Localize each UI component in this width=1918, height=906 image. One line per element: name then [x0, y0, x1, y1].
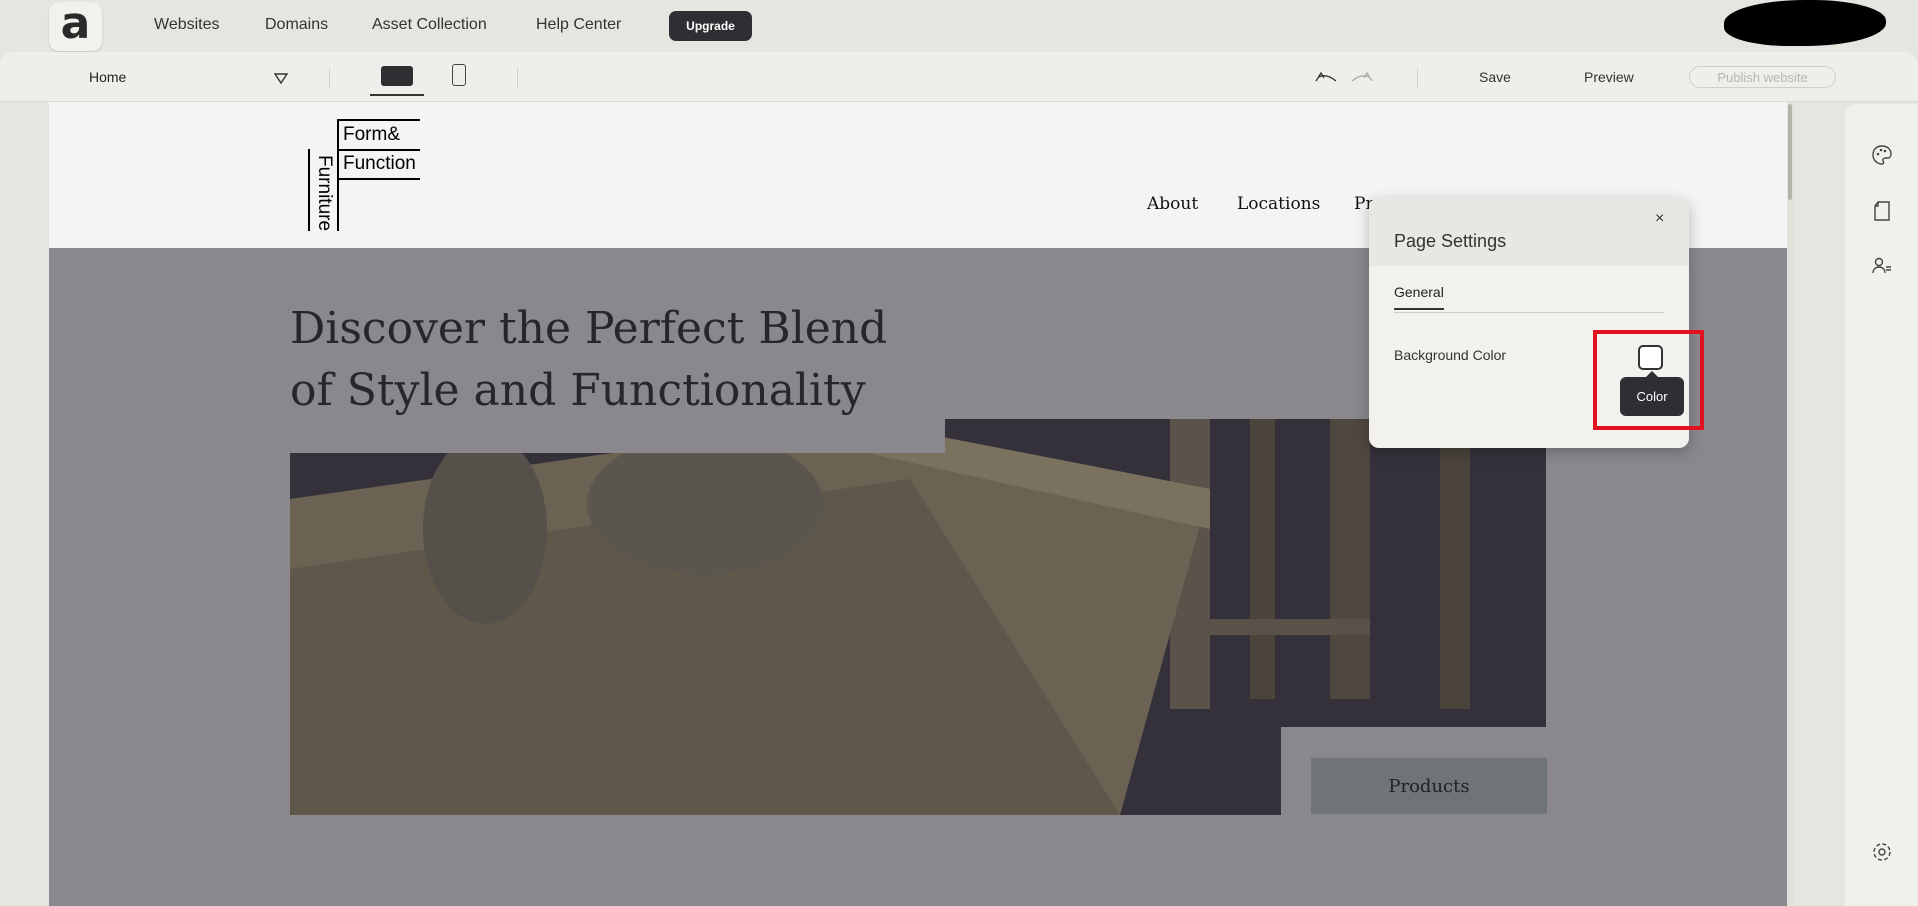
desktop-icon	[381, 66, 413, 86]
background-color-label: Background Color	[1394, 347, 1507, 363]
products-button[interactable]: Products	[1311, 758, 1547, 814]
divider	[1417, 68, 1418, 88]
top-nav: a Websites Domains Asset Collection Help…	[0, 0, 1918, 52]
nav-asset-collection[interactable]: Asset Collection	[372, 16, 487, 34]
page-select[interactable]: Home	[89, 69, 126, 85]
nav-domains[interactable]: Domains	[265, 16, 328, 34]
app-logo-letter: a	[60, 0, 91, 49]
redo-icon[interactable]	[1350, 69, 1374, 85]
upgrade-button[interactable]: Upgrade	[669, 11, 752, 41]
hero-text-panel: Discover the Perfect Blend of Style and …	[49, 248, 945, 453]
app-logo[interactable]: a	[49, 0, 102, 51]
brand-vertical: Furniture	[314, 155, 335, 232]
desktop-view-button[interactable]	[370, 58, 424, 96]
canvas-scrollbar[interactable]	[1787, 102, 1793, 906]
site-nav-about[interactable]: About	[1147, 194, 1198, 214]
divider	[329, 68, 330, 88]
palette-icon[interactable]	[1870, 143, 1894, 167]
tab-divider	[1394, 312, 1664, 313]
nav-help-center[interactable]: Help Center	[536, 16, 621, 34]
editor-toolbar: Home Save Preview Publish website	[0, 52, 1918, 102]
undo-icon[interactable]	[1314, 69, 1338, 85]
brand-line-2: Function	[343, 153, 416, 174]
divider	[517, 68, 518, 88]
publish-website-button[interactable]: Publish website	[1689, 66, 1836, 88]
mobile-view-icon[interactable]	[452, 64, 466, 86]
page-icon[interactable]	[1870, 199, 1894, 223]
save-button[interactable]: Save	[1479, 69, 1511, 85]
right-sidebar	[1845, 104, 1918, 906]
site-nav-locations[interactable]: Locations	[1237, 194, 1320, 214]
panel-title: Page Settings	[1394, 231, 1507, 251]
redacted-avatar[interactable]	[1724, 0, 1886, 46]
scrollbar-thumb[interactable]	[1788, 104, 1792, 200]
nav-websites[interactable]: Websites	[154, 16, 220, 34]
site-brand-logo[interactable]: Form& Function Furniture	[308, 119, 420, 233]
tab-general[interactable]: General	[1394, 284, 1444, 310]
users-icon[interactable]	[1870, 254, 1894, 278]
preview-button[interactable]: Preview	[1584, 69, 1634, 85]
highlight-box	[1593, 330, 1704, 430]
close-icon[interactable]: ×	[1655, 210, 1664, 228]
gear-icon[interactable]	[1870, 840, 1894, 864]
brand-line-1: Form&	[343, 124, 400, 145]
hero-title: Discover the Perfect Blend of Style and …	[290, 303, 888, 416]
chevron-down-icon[interactable]	[274, 72, 288, 84]
